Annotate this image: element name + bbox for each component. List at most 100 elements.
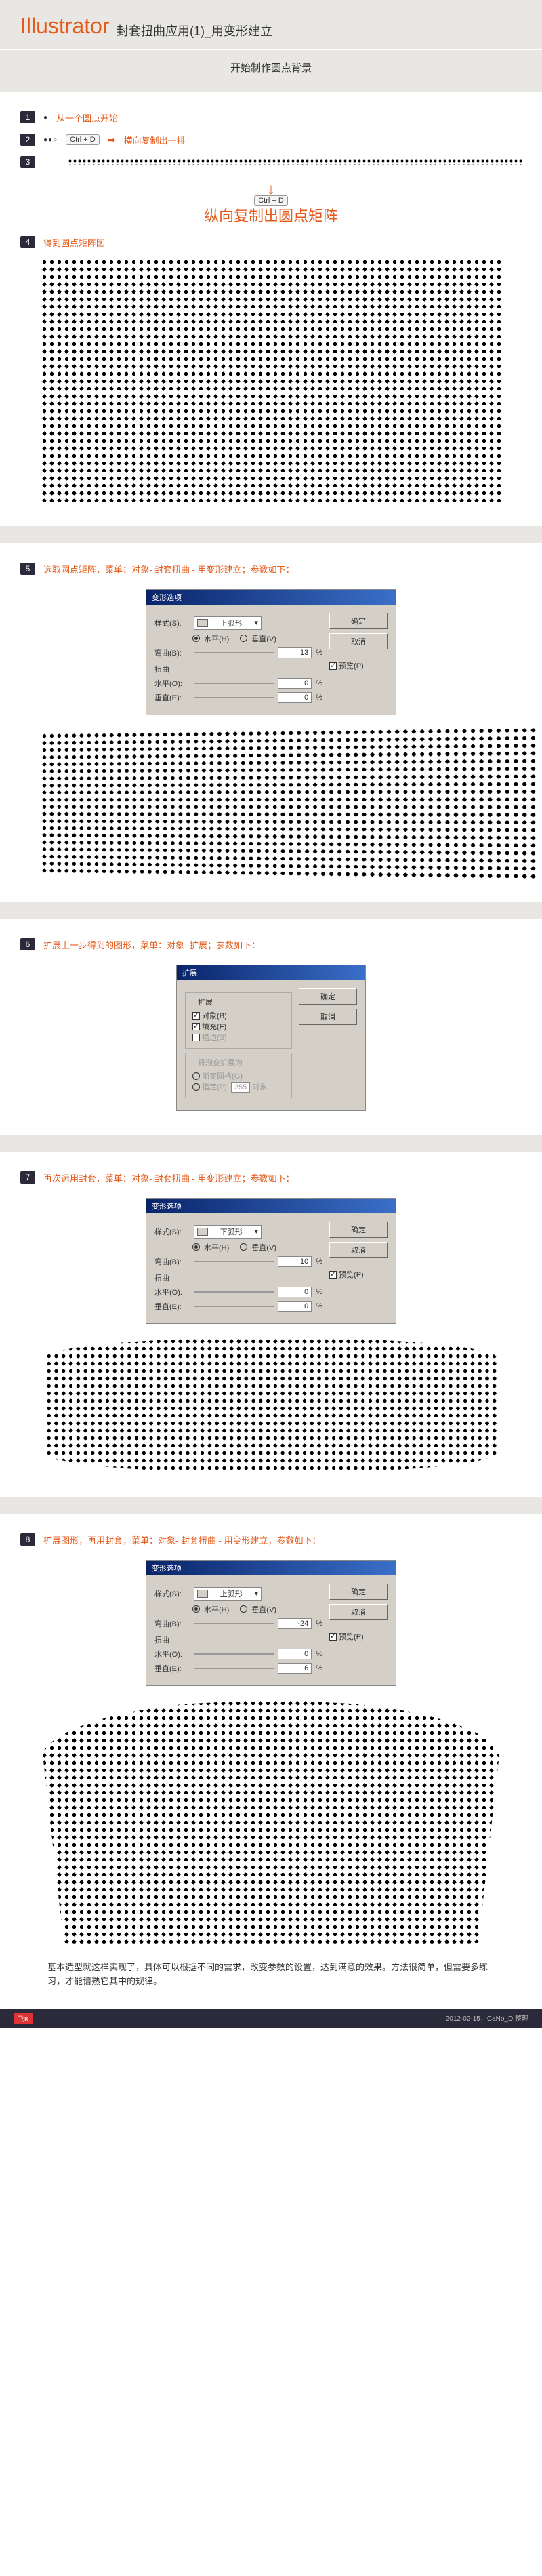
step-text: 选取圆点矩阵，菜单：对象- 封套扭曲 - 用变形建立；参数如下： <box>43 563 295 576</box>
warp-dialog-2: 变形选项 样式(S): 下弧形▾ 水平(H) 垂直(V) 弯曲(B): 10 %… <box>146 1198 396 1324</box>
ok-button[interactable]: 确定 <box>299 988 357 1005</box>
site-logo: 飞K <box>14 2013 33 2024</box>
dialog-title: 扩展 <box>177 965 365 980</box>
radio-horizontal[interactable] <box>192 1243 200 1251</box>
bend-slider[interactable] <box>194 1261 274 1262</box>
step-number: 4 <box>20 236 35 248</box>
bend-label: 弯曲(B): <box>154 647 190 658</box>
ok-button[interactable]: 确定 <box>329 613 388 629</box>
arc-lower-icon <box>197 1228 208 1236</box>
down-arrow-group: ↓ Ctrl + D 纵向复制出圆点矩阵 <box>20 182 522 221</box>
preview-checkbox[interactable] <box>329 662 337 670</box>
step-number: 6 <box>20 938 35 950</box>
step-text: 扩展上一步得到的图形，菜单：对象- 扩展；参数如下： <box>43 938 260 951</box>
hdist-slider[interactable] <box>194 683 274 684</box>
hdist-label: 水平(O): <box>154 678 190 689</box>
divider <box>0 902 542 919</box>
hdist-input[interactable]: 0 <box>278 678 312 689</box>
radio-horizontal[interactable] <box>192 635 200 642</box>
hdist-label: 水平(O): <box>154 1287 190 1297</box>
preview-checkbox[interactable] <box>329 1633 337 1641</box>
vdist-input[interactable]: 0 <box>278 692 312 703</box>
section-title: 开始制作圆点背景 <box>230 62 312 74</box>
radio-horizontal[interactable] <box>192 1605 200 1613</box>
bend-input[interactable]: 10 <box>278 1256 312 1267</box>
vdist-label: 垂直(E): <box>154 1301 190 1312</box>
step-text: 横向复制出一排 <box>123 134 185 146</box>
divider <box>0 1497 542 1514</box>
dialog-title: 变形选项 <box>146 1561 396 1575</box>
content-block-3: 6 扩展上一步得到的图形，菜单：对象- 扩展；参数如下： 扩展 扩展 对象(B)… <box>0 919 542 1135</box>
cancel-button[interactable]: 取消 <box>299 1009 357 1025</box>
dot-icon: ● <box>43 114 48 121</box>
bend-slider[interactable] <box>194 652 274 653</box>
step-number: 5 <box>20 563 35 575</box>
content-block-2: 5 选取圆点矩阵，菜单：对象- 封套扭曲 - 用变形建立；参数如下： 变形选项 … <box>0 543 542 902</box>
hdist-slider[interactable] <box>194 1653 274 1655</box>
hdist-input[interactable]: 0 <box>278 1649 312 1659</box>
content-block-4: 7 再次运用封套，菜单：对象- 封套扭曲 - 用变形建立；参数如下： 变形选项 … <box>0 1152 542 1497</box>
warp-dialog-1: 变形选项 样式(S): 上弧形▾ 水平(H) 垂直(V) 弯曲(B): 13 %… <box>146 589 396 715</box>
preview-checkbox[interactable] <box>329 1271 337 1279</box>
style-label: 样式(S): <box>154 1226 190 1237</box>
arc-upper-icon <box>197 619 208 627</box>
footer-bar: 飞K 2012-02-15，CaNo_D 整理 <box>0 2009 542 2028</box>
dot-matrix-graphic <box>41 258 501 502</box>
step-8: 8 扩展图形，再用封套，菜单：对象- 封套扭曲 - 用变形建立，参数如下： <box>20 1533 522 1546</box>
ok-button[interactable]: 确定 <box>329 1584 388 1600</box>
keyboard-shortcut: Ctrl + D <box>66 134 100 145</box>
vdist-label: 垂直(E): <box>154 1663 190 1674</box>
hdist-slider[interactable] <box>194 1291 274 1293</box>
cancel-button[interactable]: 取消 <box>329 1242 388 1258</box>
cancel-button[interactable]: 取消 <box>329 633 388 649</box>
step-number: 3 <box>20 156 35 168</box>
content-block-1: 1 ● 从一个圆点开始 2 ●●○ Ctrl + D ➡ 横向复制出一排 3 ↓… <box>0 92 542 526</box>
object-checkbox[interactable] <box>192 1012 200 1020</box>
step-6: 6 扩展上一步得到的图形，菜单：对象- 扩展；参数如下： <box>20 938 522 951</box>
radio-vertical[interactable] <box>240 635 247 642</box>
radio-vertical[interactable] <box>240 1243 247 1251</box>
chevron-down-icon: ▾ <box>254 1589 258 1598</box>
bend-slider[interactable] <box>194 1623 274 1624</box>
bend-label: 弯曲(B): <box>154 1618 190 1629</box>
style-label: 样式(S): <box>154 618 190 628</box>
style-label: 样式(S): <box>154 1588 190 1599</box>
style-dropdown[interactable]: 上弧形▾ <box>194 1587 262 1601</box>
style-dropdown[interactable]: 上弧形▾ <box>194 616 262 630</box>
vdist-slider[interactable] <box>194 697 274 698</box>
credit-text: 2012-02-15，CaNo_D 整理 <box>446 2013 528 2024</box>
section-heading: 开始制作圆点背景 <box>0 50 542 92</box>
stroke-checkbox[interactable] <box>192 1034 200 1041</box>
step-text: 再次运用封套，菜单：对象- 封套扭曲 - 用变形建立；参数如下： <box>43 1171 295 1184</box>
step-7: 7 再次运用封套，菜单：对象- 封套扭曲 - 用变形建立；参数如下： <box>20 1171 522 1184</box>
bend-input[interactable]: 13 <box>278 647 312 658</box>
content-block-5: 8 扩展图形，再用封套，菜单：对象- 封套扭曲 - 用变形建立，参数如下： 变形… <box>0 1514 542 2009</box>
specify-input: 255 <box>231 1082 250 1093</box>
cancel-button[interactable]: 取消 <box>329 1604 388 1620</box>
hdist-input[interactable]: 0 <box>278 1287 312 1297</box>
vdist-input[interactable]: 6 <box>278 1663 312 1674</box>
vdist-slider[interactable] <box>194 1306 274 1307</box>
bend-input[interactable]: -24 <box>278 1618 312 1629</box>
vdist-slider[interactable] <box>194 1668 274 1669</box>
step-number: 1 <box>20 111 35 123</box>
ok-button[interactable]: 确定 <box>329 1222 388 1238</box>
distort-group-label: 扭曲 <box>154 664 322 675</box>
radio-vertical[interactable] <box>240 1605 247 1613</box>
specify-radio <box>192 1083 200 1091</box>
style-dropdown[interactable]: 下弧形▾ <box>194 1225 262 1239</box>
step-2: 2 ●●○ Ctrl + D ➡ 横向复制出一排 <box>20 134 522 146</box>
arc-upper-icon <box>197 1590 208 1598</box>
chevron-down-icon: ▾ <box>254 618 258 627</box>
keyboard-shortcut: Ctrl + D <box>254 195 288 206</box>
page-subtitle: 封套扭曲应用(1)_用变形建立 <box>117 24 272 38</box>
app-title: Illustrator <box>20 14 110 38</box>
step-3: 3 ↓ Ctrl + D 纵向复制出圆点矩阵 <box>20 156 522 226</box>
header: Illustrator 封套扭曲应用(1)_用变形建立 <box>0 0 542 49</box>
step-number: 7 <box>20 1171 35 1184</box>
step-text: 纵向复制出圆点矩阵 <box>20 209 522 221</box>
dialog-title: 变形选项 <box>146 590 396 605</box>
fill-checkbox[interactable] <box>192 1023 200 1030</box>
vdist-input[interactable]: 0 <box>278 1301 312 1312</box>
mesh-radio <box>192 1072 200 1080</box>
